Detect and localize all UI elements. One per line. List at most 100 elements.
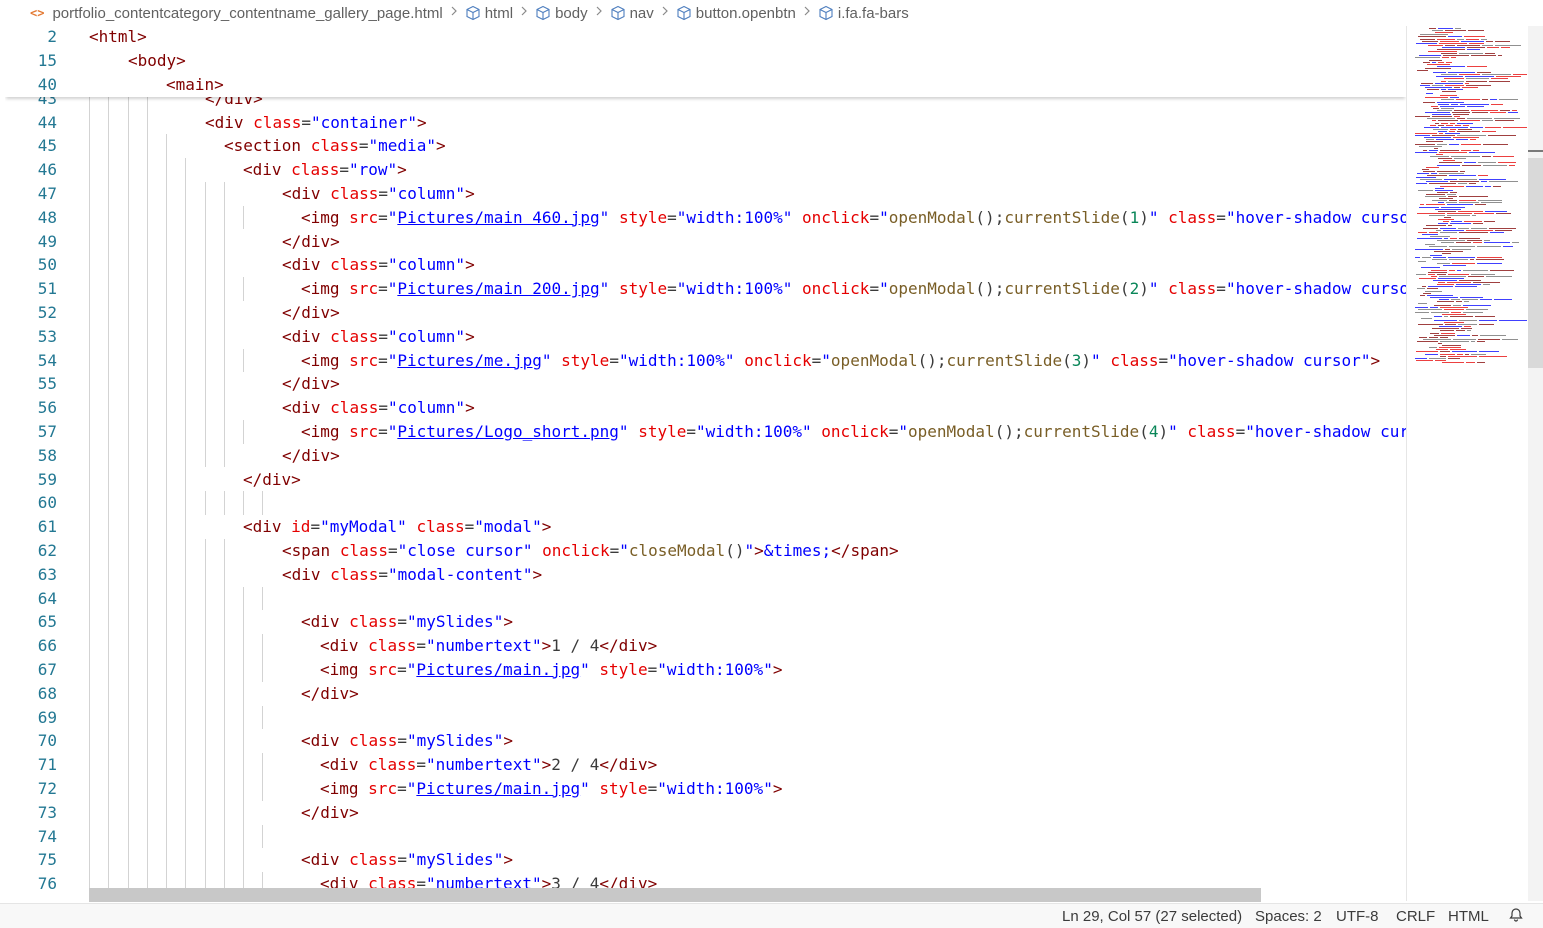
sticky-line[interactable]: 2 <html> xyxy=(5,26,1406,49)
line-number: 66 xyxy=(37,636,57,656)
horizontal-scrollbar[interactable] xyxy=(89,888,1261,902)
code-line: 64 xyxy=(5,587,1406,611)
code-text: <img src="Pictures/main 460.jpg" style="… xyxy=(301,207,1406,227)
breadcrumb-item[interactable]: i.fa.fa-bars xyxy=(818,5,909,22)
line-number: 60 xyxy=(37,493,57,513)
code-line: 72 <img src="Pictures/main.jpg" style="wi… xyxy=(5,777,1406,801)
eol-setting[interactable]: CRLF xyxy=(1396,908,1435,925)
code-text: </div> xyxy=(301,802,359,822)
chevron-right-icon xyxy=(802,4,812,22)
sticky-line[interactable]: 15 <body> xyxy=(5,49,1406,73)
breadcrumb-items: html body nav button.openbtn i.fa.fa-bars xyxy=(443,4,909,22)
code-text: <div class="mySlides"> xyxy=(301,850,513,870)
cube-icon xyxy=(676,5,692,21)
sticky-scroll-header[interactable]: 2 <html> 15 <body> 40 <main> xyxy=(5,26,1406,97)
chevron-right-icon xyxy=(519,4,529,22)
indentation-setting[interactable]: Spaces: 2 xyxy=(1255,908,1322,925)
code-text: </div> xyxy=(301,683,359,703)
code-line: 74 xyxy=(5,825,1406,849)
line-number: 54 xyxy=(37,350,57,370)
code-line: 71 <div class="numbertext">2 / 4</div> xyxy=(5,753,1406,777)
breadcrumb-item[interactable]: html xyxy=(465,5,513,22)
breadcrumb-item[interactable]: body xyxy=(535,5,588,22)
code-line: 55 </div> xyxy=(5,372,1406,396)
line-number: 48 xyxy=(37,207,57,227)
line-number: 53 xyxy=(37,326,57,346)
code-text: <div class="container"> xyxy=(205,112,427,132)
line-number: 69 xyxy=(37,707,57,727)
breadcrumb-item[interactable]: nav xyxy=(610,5,654,22)
code-line: 75 <div class="mySlides"> xyxy=(5,848,1406,872)
cube-icon xyxy=(818,5,834,21)
code-line: 45 <section class="media"> xyxy=(5,134,1406,158)
code-text: <div class="modal-content"> xyxy=(282,564,543,584)
code-line: 63 <div class="modal-content"> xyxy=(5,563,1406,587)
cube-icon xyxy=(610,5,626,21)
code-line: 46 <div class="row"> xyxy=(5,158,1406,182)
code-line: 59 </div> xyxy=(5,468,1406,492)
line-number: 72 xyxy=(37,778,57,798)
breadcrumb: <> portfolio_contentcategory_contentname… xyxy=(0,0,1543,26)
code-line: 44 <div class="container"> xyxy=(5,111,1406,135)
code-line: 48 <img src="Pictures/main 460.jpg" style… xyxy=(5,206,1406,230)
chevron-right-icon xyxy=(594,4,604,22)
line-number: 46 xyxy=(37,160,57,180)
code-text: <div class="column"> xyxy=(282,183,475,203)
line-number: 55 xyxy=(37,374,57,394)
code-line: 60 xyxy=(5,491,1406,515)
code-text: <div class="numbertext">2 / 4</div> xyxy=(320,755,658,775)
code-line: 49 </div> xyxy=(5,230,1406,254)
code-line: 61 <div id="myModal" class="modal"> xyxy=(5,515,1406,539)
code-editor[interactable]: 43 </div> 44 <div class="container"> 45 <sect… xyxy=(5,26,1406,901)
breadcrumb-item[interactable]: button.openbtn xyxy=(676,5,796,22)
sticky-line[interactable]: 40 <main> xyxy=(5,73,1406,97)
code-text: </div> xyxy=(282,302,340,322)
line-number: 56 xyxy=(37,398,57,418)
code-line: 62 <span class="close cursor" onclick="cl… xyxy=(5,539,1406,563)
code-line: 73 </div> xyxy=(5,801,1406,825)
line-number: 74 xyxy=(37,826,57,846)
html-file-icon: <> xyxy=(30,6,45,20)
code-line: 67 <img src="Pictures/main.jpg" style="wi… xyxy=(5,658,1406,682)
line-number: 75 xyxy=(37,850,57,870)
code-line: 69 xyxy=(5,706,1406,730)
code-text: </div> xyxy=(282,445,340,465)
code-text: <div class="column"> xyxy=(282,398,475,418)
minimap[interactable] xyxy=(1406,26,1529,901)
code-text: <div class="mySlides"> xyxy=(301,612,513,632)
line-number: 47 xyxy=(37,183,57,203)
vertical-scrollbar-thumb[interactable] xyxy=(1528,158,1543,368)
code-line: 52 </div> xyxy=(5,301,1406,325)
line-number: 73 xyxy=(37,802,57,822)
line-number: 57 xyxy=(37,421,57,441)
breadcrumb-file[interactable]: portfolio_contentcategory_contentname_ga… xyxy=(52,5,442,22)
cursor-position[interactable]: Ln 29, Col 57 (27 selected) xyxy=(1062,908,1242,925)
code-text: <img src="Pictures/main.jpg" style="widt… xyxy=(320,778,783,798)
line-number: 67 xyxy=(37,659,57,679)
code-line: 56 <div class="column"> xyxy=(5,396,1406,420)
line-number: 62 xyxy=(37,540,57,560)
code-line: 53 <div class="column"> xyxy=(5,325,1406,349)
code-text: <img src="Pictures/me.jpg" style="width:… xyxy=(301,350,1381,370)
bell-icon[interactable] xyxy=(1508,907,1524,927)
line-number: 77 xyxy=(5,896,57,901)
code-text: <img src="Pictures/main 200.jpg" style="… xyxy=(301,279,1406,299)
line-number: 64 xyxy=(37,588,57,608)
code-line: 54 <img src="Pictures/me.jpg" style="widt… xyxy=(5,349,1406,373)
chevron-right-icon xyxy=(660,4,670,22)
line-number: 52 xyxy=(37,302,57,322)
encoding-setting[interactable]: UTF-8 xyxy=(1336,908,1379,925)
code-text: <img src="Pictures/Logo_short.png" style… xyxy=(301,421,1406,441)
line-number: 68 xyxy=(37,683,57,703)
code-line: 66 <div class="numbertext">1 / 4</div> xyxy=(5,634,1406,658)
code-text: <section class="media"> xyxy=(224,136,446,156)
code-text: <div class="column"> xyxy=(282,326,475,346)
language-mode[interactable]: HTML xyxy=(1448,908,1489,925)
line-number: 70 xyxy=(37,731,57,751)
cube-icon xyxy=(465,5,481,21)
code-text: <div class="numbertext">1 / 4</div> xyxy=(320,636,658,656)
chevron-right-icon xyxy=(449,4,459,22)
status-bar: Ln 29, Col 57 (27 selected) Spaces: 2 UT… xyxy=(0,903,1543,928)
code-text: <span class="close cursor" onclick="clos… xyxy=(282,540,899,560)
line-number: 49 xyxy=(37,231,57,251)
